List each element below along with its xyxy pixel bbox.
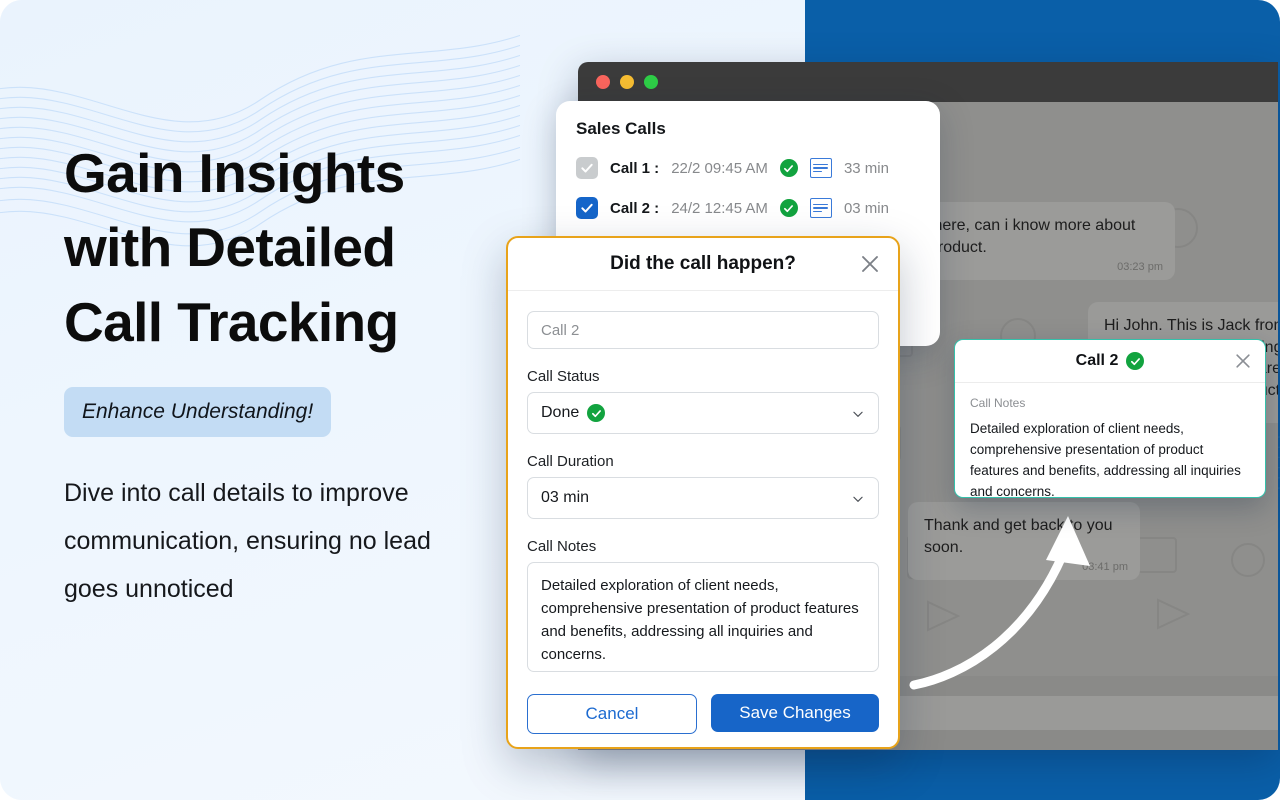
- popup-notes-label: Call Notes: [970, 396, 1026, 410]
- popup-notes-text: Detailed exploration of client needs, co…: [970, 421, 1241, 498]
- call-label: Call 2 :: [610, 199, 660, 217]
- save-changes-button[interactable]: Save Changes: [711, 694, 879, 732]
- call-duration: 33 min: [843, 159, 889, 177]
- chat-message-text: Thank and get back to you soon.: [924, 517, 1113, 556]
- call-notes-label: Call Notes: [527, 538, 597, 555]
- cancel-button[interactable]: Cancel: [527, 694, 697, 734]
- close-window-icon[interactable]: [596, 75, 610, 89]
- window-titlebar: [578, 62, 1278, 102]
- notes-icon[interactable]: [809, 158, 832, 178]
- call-duration-select[interactable]: 03 min: [527, 477, 879, 519]
- call-checkbox-unchecked[interactable]: [576, 157, 598, 179]
- call-duration-label: Call Duration: [527, 453, 614, 470]
- call-duration-value: 03 min: [541, 489, 590, 506]
- tagline-badge: Enhance Understanding!: [64, 386, 332, 437]
- call-time: 22/2 09:45 AM: [671, 159, 768, 177]
- call-label: Call 1 :: [610, 159, 660, 177]
- page-title: Gain Insights with Detailed Call Trackin…: [64, 142, 405, 353]
- modal-actions: Cancel Save Changes: [527, 694, 879, 734]
- chat-message-incoming: there, can i know more about product. 03…: [913, 202, 1175, 281]
- modal-header: Did the call happen?: [508, 238, 898, 291]
- popup-header: Call 2: [955, 340, 1265, 383]
- chevron-down-icon: [853, 411, 863, 417]
- call-status-value: Done: [541, 404, 580, 421]
- call-checkbox-checked[interactable]: [576, 197, 598, 219]
- call-duration: 03 min: [843, 199, 889, 217]
- check-circle-icon: [779, 159, 798, 177]
- minimize-window-icon[interactable]: [620, 75, 634, 89]
- sales-calls-title: Sales Calls: [576, 119, 666, 138]
- call-notes-popup: Call 2 Call Notes Detailed exploration o…: [954, 339, 1266, 498]
- check-circle-icon: [587, 404, 606, 422]
- popup-title: Call 2: [1075, 352, 1119, 369]
- call-confirmation-modal: Did the call happen? Call 2 Call Status …: [506, 236, 900, 749]
- call-notes-textarea[interactable]: Detailed exploration of client needs, co…: [527, 562, 879, 672]
- chat-message-time: 03:41 pm: [1082, 561, 1128, 574]
- chat-message-time: 03:23 pm: [1117, 261, 1163, 274]
- hero-body-text: Dive into call details to improve commun…: [64, 478, 431, 604]
- call-row[interactable]: Call 1 : 22/2 09:45 AM 33 min: [576, 157, 940, 179]
- close-icon[interactable]: [858, 252, 882, 276]
- check-circle-icon: [779, 199, 798, 217]
- notes-icon[interactable]: [809, 198, 832, 218]
- hero-copy: Gain Insights with Detailed Call Trackin…: [64, 136, 484, 614]
- poster-stage: Gain Insights with Detailed Call Trackin…: [0, 0, 1280, 800]
- popup-body: Call Notes Detailed exploration of clien…: [955, 383, 1265, 498]
- chat-message-text: there, can i know more about product.: [929, 217, 1136, 256]
- call-time: 24/2 12:45 AM: [671, 199, 768, 217]
- call-row[interactable]: Call 2 : 24/2 12:45 AM 03 min: [576, 197, 940, 219]
- check-circle-icon: [1126, 352, 1145, 370]
- call-status-label: Call Status: [527, 368, 600, 385]
- maximize-window-icon[interactable]: [644, 75, 658, 89]
- modal-body: Call 2 Call Status Done Call Duration 03…: [508, 291, 898, 734]
- chevron-down-icon: [853, 496, 863, 502]
- close-icon[interactable]: [1233, 351, 1253, 371]
- call-status-select[interactable]: Done: [527, 392, 879, 434]
- modal-title: Did the call happen?: [610, 253, 796, 274]
- chat-message-incoming: Thank and get back to you soon. 03:41 pm: [908, 502, 1140, 581]
- call-name-input[interactable]: Call 2: [527, 311, 879, 349]
